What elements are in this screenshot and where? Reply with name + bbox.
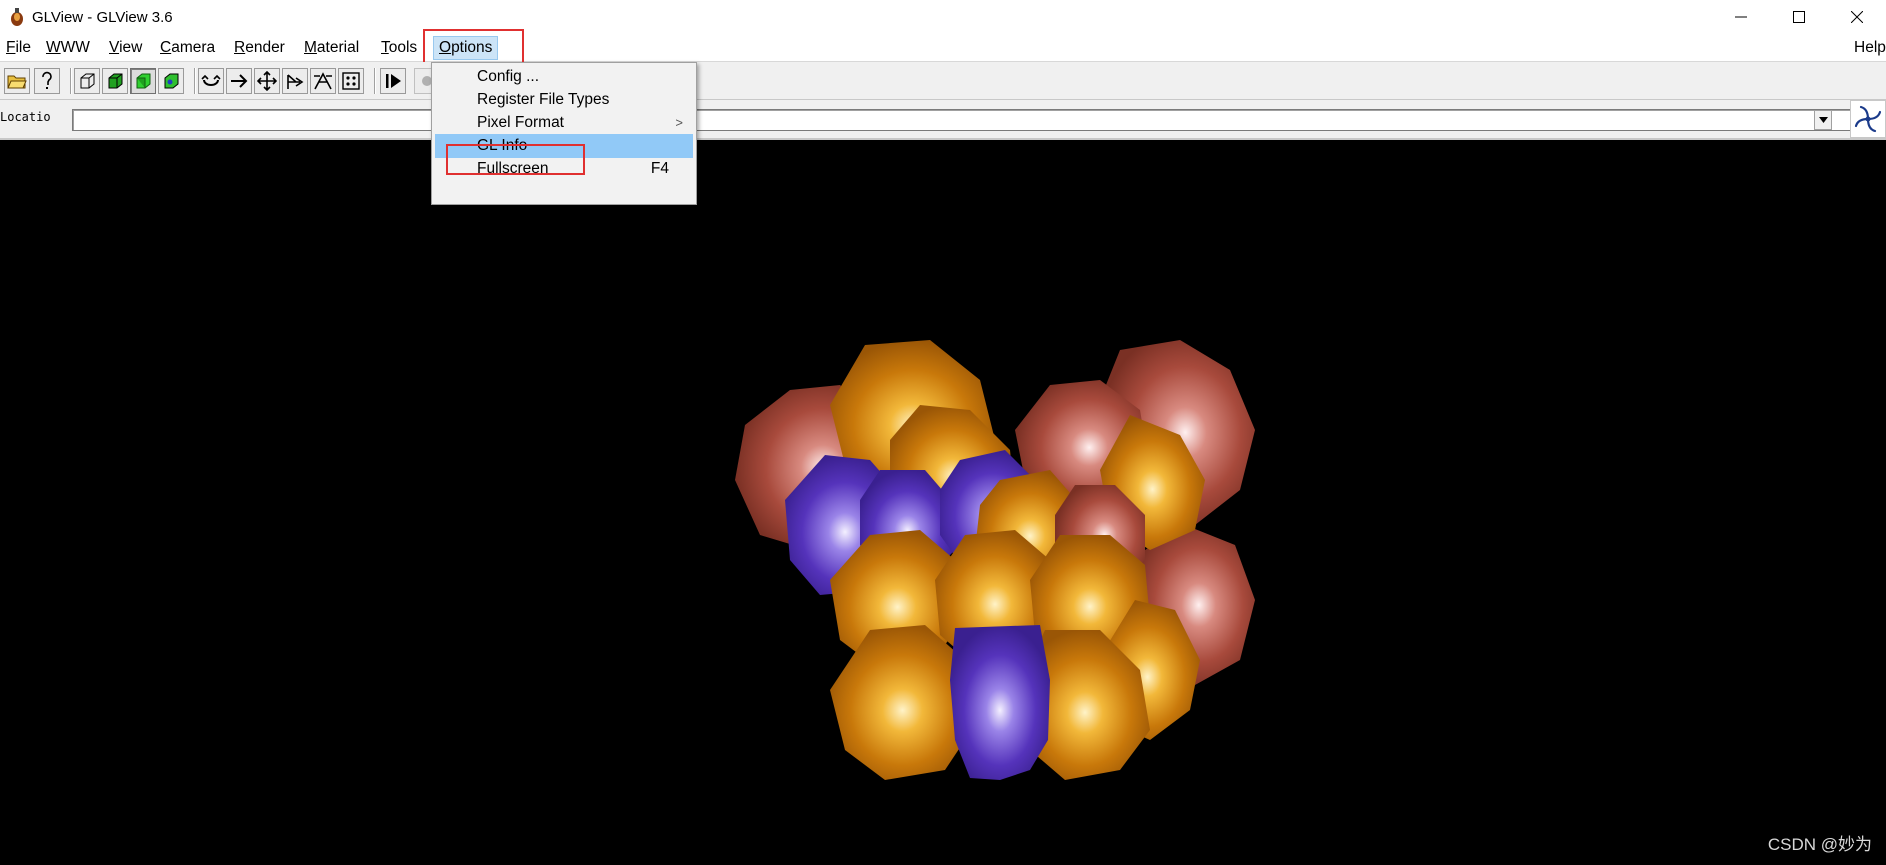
walk-icon	[314, 72, 332, 90]
menu-item-fullscreen[interactable]: Fullscreen F4	[435, 157, 693, 181]
solid-cube-icon	[108, 73, 123, 89]
location-input[interactable]	[72, 109, 1872, 131]
menu-www[interactable]: WWW	[46, 38, 90, 58]
open-folder-icon	[7, 75, 27, 89]
options-menu: Config ... Register File Types Pixel For…	[431, 62, 697, 205]
menu-item-pixel-format[interactable]: Pixel Format >	[435, 111, 693, 135]
open-button[interactable]	[4, 68, 30, 94]
spinner-icon	[1854, 105, 1882, 133]
info-button[interactable]	[34, 68, 60, 94]
wireframe-button[interactable]	[74, 68, 100, 94]
menu-help[interactable]: Help	[1854, 38, 1886, 58]
render-viewport[interactable]	[0, 140, 1886, 865]
toolbar-separator	[194, 68, 196, 94]
location-bar: Locatio	[0, 100, 1886, 140]
menu-camera[interactable]: Camera	[160, 38, 215, 58]
toolbar-separator	[70, 68, 72, 94]
maximize-icon	[1793, 11, 1805, 23]
green-cube-icon	[136, 73, 151, 89]
menu-render[interactable]: Render	[234, 38, 285, 58]
toolbar	[0, 62, 1886, 100]
location-label: Locatio	[0, 110, 51, 124]
menu-options[interactable]: Options	[433, 36, 499, 60]
shortcut-label: F4	[650, 160, 669, 177]
title-bar: GLView - GLView 3.6	[0, 0, 1886, 34]
pan-icon	[257, 71, 277, 91]
fly-button[interactable]	[282, 68, 308, 94]
move-button[interactable]	[226, 68, 252, 94]
location-dropdown-button[interactable]	[1814, 110, 1832, 130]
solid-button[interactable]	[102, 68, 128, 94]
chevron-down-icon	[1818, 117, 1828, 123]
move-right-icon	[231, 74, 248, 88]
play-button[interactable]	[380, 68, 406, 94]
toolbar-separator	[374, 68, 376, 94]
glview-app-icon	[11, 8, 23, 26]
info-icon	[42, 71, 52, 89]
menu-material[interactable]: Material	[304, 38, 359, 58]
pan-button[interactable]	[254, 68, 280, 94]
menu-item-register-file-types[interactable]: Register File Types	[435, 88, 693, 112]
menu-item-config[interactable]: Config ...	[435, 65, 693, 89]
menu-item-gl-info[interactable]: GL Info	[435, 134, 693, 158]
wireframe-cube-icon	[80, 73, 95, 89]
window-title: GLView - GLView 3.6	[32, 8, 173, 26]
fit-view-button[interactable]	[338, 68, 364, 94]
menu-bar: File WWW View Camera Render Material Too…	[0, 34, 1886, 62]
watermark: CSDN @妙为	[1767, 835, 1872, 854]
fly-icon	[287, 74, 304, 89]
molecule-render	[735, 340, 1255, 780]
activity-indicator	[1850, 100, 1886, 138]
walk-button[interactable]	[310, 68, 336, 94]
close-button[interactable]	[1828, 0, 1886, 34]
menu-view[interactable]: View	[109, 38, 142, 58]
play-icon	[386, 74, 401, 88]
textured-button[interactable]	[158, 68, 184, 94]
close-icon	[1851, 11, 1863, 23]
smooth-button[interactable]	[130, 68, 156, 94]
textured-cube-icon	[164, 73, 179, 89]
fit-view-icon	[342, 72, 360, 90]
rotate-button[interactable]	[198, 68, 224, 94]
minimize-button[interactable]	[1712, 0, 1770, 34]
atom-nitrogen	[950, 625, 1050, 780]
maximize-button[interactable]	[1770, 0, 1828, 34]
minimize-icon	[1735, 16, 1747, 18]
submenu-arrow-icon: >	[675, 115, 683, 130]
menu-file[interactable]: File	[6, 38, 31, 58]
menu-tools[interactable]: Tools	[381, 38, 417, 58]
rotate-icon	[201, 74, 221, 86]
